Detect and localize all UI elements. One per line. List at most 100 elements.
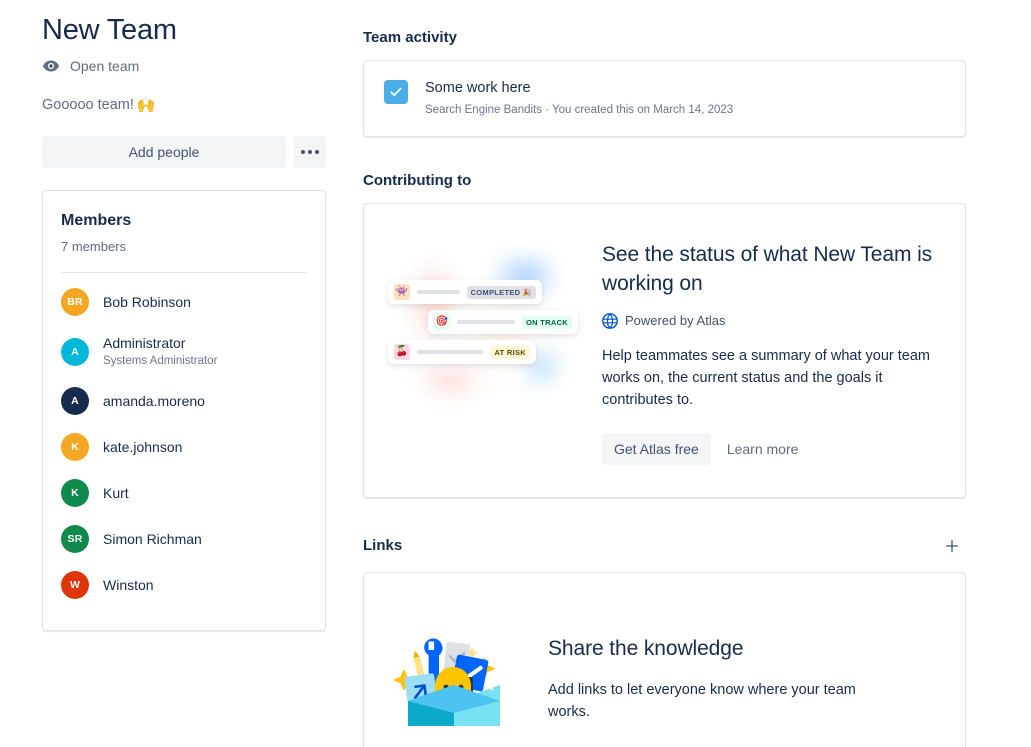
status-badge-label: ON TRACK [526,317,568,327]
team-sidebar: New Team Open team Gooooo team! 🙌 Add pe… [42,0,326,631]
member-texts: Kurt [103,484,129,502]
raising-hands-emoji-icon: 🙌 [136,96,156,114]
members-list: BR Bob Robinson A Administrator Systems Admi… [61,279,307,608]
status-badge-label: AT RISK [494,347,526,357]
page-title: New Team [42,14,177,46]
powered-by-atlas-label: Powered by Atlas [625,313,726,328]
more-horizontal-icon-dot [301,150,305,154]
contributing-to-section: Contributing to 👾 COMPLETED 🎉 🎯 ON TRACK 🍒 AT … [363,171,966,498]
more-horizontal-icon-dot [315,150,319,154]
team-access-row: Open team [42,57,326,75]
member-row[interactable]: K Kurt [61,470,307,516]
status-badge-label: COMPLETED [470,287,521,297]
task-checkbox-icon [384,80,408,104]
contributing-to-header: Contributing to [363,171,966,191]
status-badge: ON TRACK [522,315,572,329]
powered-by-atlas: Powered by Atlas [602,312,941,329]
member-row[interactable]: Kkate.johnson [61,424,307,470]
links-title: Links [363,537,403,554]
atlas-status-row: 👾 COMPLETED 🎉 [388,280,542,304]
atlas-promo-card: 👾 COMPLETED 🎉 🎯 ON TRACK 🍒 AT RISK See the sta… [363,203,966,498]
more-actions-button[interactable] [294,136,326,168]
add-link-button[interactable] [938,532,966,560]
team-description: Gooooo team! 🙌 [42,95,326,115]
member-texts: Simon Richman [103,530,202,548]
atlas-row-placeholder-bar [457,320,516,324]
member-texts: kate.johnson [103,438,182,456]
team-profile-page: New Team Open team Gooooo team! 🙌 Add pe… [0,0,1031,747]
atlas-logo-icon [602,312,618,329]
atlas-promo-body: Help teammates see a summary of what you… [602,348,930,408]
team-activity-card: Some work here Search Engine Bandits · Y… [363,60,966,137]
plus-icon [946,540,958,552]
team-actions-row: Add people [42,136,326,168]
member-name: Bob Robinson [103,294,191,310]
atlas-row-placeholder-bar [417,290,460,294]
atlas-row-placeholder-bar [417,350,484,354]
member-texts: Administrator Systems Administrator [103,334,217,369]
atlas-status-rows: 👾 COMPLETED 🎉 🎯 ON TRACK 🍒 AT RISK [388,280,582,364]
members-card-title: Members [61,212,132,229]
links-empty-body: Add links to let everyone know where you… [548,682,856,720]
atlas-row-emoji-icon: 👾 [394,284,410,300]
atlas-row-emoji-icon: 🎯 [434,314,450,330]
member-row[interactable]: A Administrator Systems Administrator [61,325,307,378]
member-row[interactable]: BR Bob Robinson [61,279,307,325]
member-name: kate.johnson [103,439,183,455]
links-empty-state-card: Share the knowledge Add links to let eve… [363,572,966,747]
share-knowledge-illustration [388,613,520,729]
status-badge: AT RISK [490,345,530,359]
activity-item-meta: Search Engine Bandits · You created this… [425,104,734,116]
atlas-illustration: 👾 COMPLETED 🎉 🎯 ON TRACK 🍒 AT RISK [388,234,582,410]
avatar: A [61,387,89,415]
more-horizontal-icon-dot [308,150,312,154]
member-name: Administrator [103,335,186,351]
members-count: 7 members [61,239,127,254]
eye-icon [42,57,60,75]
avatar: BR [61,288,89,316]
avatar: K [61,433,89,461]
member-texts: Winston [103,576,154,594]
member-row[interactable]: SR Simon Richman [61,516,307,562]
team-access-label: Open team [70,58,140,74]
team-activity-header: Team activity [363,28,966,48]
team-activity-title: Team activity [363,29,457,46]
team-description-text: Gooooo team! [42,97,134,113]
links-section: Links Share the knowledge Add links to l… [363,532,966,747]
add-people-button[interactable]: Add people [42,136,286,168]
member-row[interactable]: W Winston [61,562,307,608]
atlas-status-row: 🎯 ON TRACK [428,310,578,334]
atlas-row-emoji-icon: 🍒 [394,344,410,360]
team-activity-section: Team activity Some work here Search Engi… [363,28,966,137]
avatar: SR [61,525,89,553]
links-empty-heading: Share the knowledge [548,637,744,660]
links-header: Links [363,532,966,560]
activity-item-texts: Some work here Search Engine Bandits · Y… [425,79,733,118]
member-name: Simon Richman [103,531,202,547]
member-texts: amanda.moreno [103,392,205,410]
avatar: W [61,571,89,599]
atlas-promo-content: See the status of what New Team is worki… [602,234,941,465]
links-empty-state-content: Share the knowledge Add links to let eve… [548,613,941,738]
atlas-status-row: 🍒 AT RISK [388,340,536,364]
avatar: A [61,337,89,366]
activity-list-item[interactable]: Some work here Search Engine Bandits · Y… [384,79,945,118]
member-role: Systems Administrator [103,355,218,367]
status-badge: COMPLETED 🎉 [466,285,536,299]
member-row[interactable]: Aamanda.moreno [61,378,307,424]
member-name: amanda.moreno [103,393,205,409]
learn-more-link[interactable]: Learn more [717,433,809,465]
avatar: K [61,479,89,507]
status-badge-emoji-icon: 🎉 [522,287,532,297]
activity-item-title: Some work here [425,80,531,96]
atlas-promo-actions: Get Atlas free Learn more [602,433,941,465]
atlas-promo-heading: See the status of what New Team is worki… [602,243,933,295]
get-atlas-free-button[interactable]: Get Atlas free [602,433,711,465]
contributing-to-title: Contributing to [363,172,472,189]
team-main-content: Team activity Some work here Search Engi… [363,0,966,747]
members-card: Members 7 members BR Bob Robinson A Adminis… [42,190,326,631]
member-texts: Bob Robinson [103,293,191,311]
divider [61,272,307,273]
member-name: Kurt [103,485,129,501]
member-name: Winston [103,577,154,593]
